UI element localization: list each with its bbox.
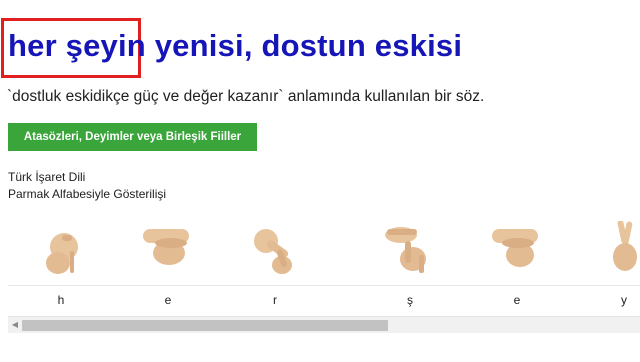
hand-sign-s-cedilla-icon	[367, 221, 449, 279]
sign-letter: ş	[407, 293, 413, 307]
category-button[interactable]: Atasözleri, Deyimler veya Birleşik Fiill…	[8, 123, 257, 151]
page-title: her şeyin yenisi, dostun eskisi	[8, 28, 463, 63]
hand-sign-e-icon	[474, 221, 556, 279]
hand-sign-h-icon	[18, 221, 100, 279]
page-bottom	[0, 340, 640, 362]
sign-cell: r	[222, 213, 328, 309]
sign-language-label: Türk İşaret Dili	[8, 170, 86, 184]
hand-sign-e-icon	[125, 221, 207, 279]
hand-sign-r-icon	[232, 221, 314, 279]
title-area: her şeyin yenisi, dostun eskisi	[0, 14, 640, 78]
sign-cell: e	[115, 213, 221, 309]
sign-cell: y	[571, 213, 640, 309]
sign-cell: e	[464, 213, 570, 309]
sign-letter: e	[164, 293, 172, 307]
horizontal-scrollbar[interactable]: ◀	[8, 316, 640, 333]
sign-letter: h	[57, 293, 65, 307]
sign-letter: y	[621, 293, 627, 307]
divider	[8, 285, 640, 286]
hand-sign-y-icon	[581, 221, 640, 279]
sign-letter: r	[273, 293, 277, 307]
finger-alphabet-label: Parmak Alfabesiyle Gösterilişi	[8, 187, 167, 201]
meaning-text: `dostluk eskidikçe güç ve değer kazanır`…	[7, 88, 485, 105]
sign-letter: e	[513, 293, 521, 307]
sign-cell: ş	[357, 213, 463, 309]
sign-strip: h e r ş e y	[8, 213, 640, 313]
sign-cell: h	[8, 213, 114, 309]
scrollbar-thumb[interactable]	[22, 320, 388, 331]
scroll-left-arrow-icon[interactable]: ◀	[10, 320, 20, 330]
